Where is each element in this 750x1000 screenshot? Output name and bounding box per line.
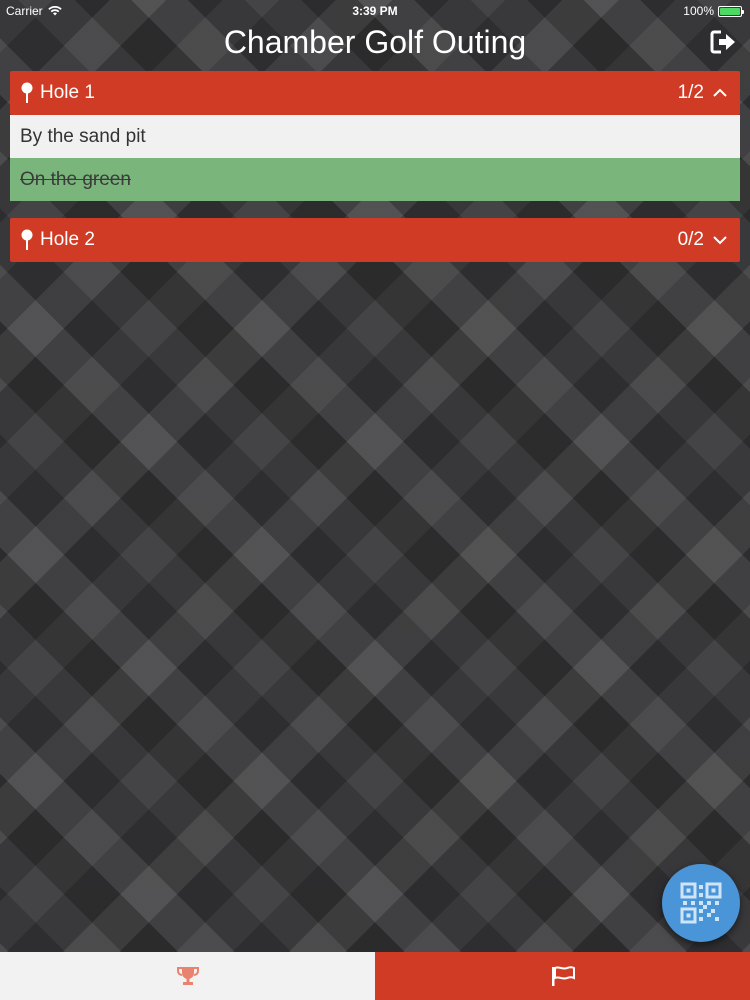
hole-panel-1: Hole 1 1/2 By the sand pit On the green xyxy=(10,71,740,201)
clue-text: On the green xyxy=(20,168,131,190)
chevron-down-icon xyxy=(713,236,727,245)
tab-bar xyxy=(0,952,750,1000)
hole-panel-2: Hole 2 0/2 xyxy=(10,218,740,262)
hole-progress: 0/2 xyxy=(677,229,704,250)
clue-text: By the sand pit xyxy=(20,125,146,147)
scan-qr-button[interactable] xyxy=(662,864,740,942)
tab-holes[interactable] xyxy=(375,952,750,1000)
battery-percent: 100% xyxy=(683,4,714,18)
sign-out-icon[interactable] xyxy=(710,28,738,56)
chevron-up-icon xyxy=(713,88,727,97)
hole-header-2[interactable]: Hole 2 0/2 xyxy=(10,218,740,262)
clue-item-completed[interactable]: On the green xyxy=(10,158,740,201)
clock: 3:39 PM xyxy=(352,4,398,18)
map-pin-icon xyxy=(21,82,33,103)
tab-leaderboard[interactable] xyxy=(0,952,375,1000)
hole-label: Hole 1 xyxy=(40,82,95,103)
hole-progress: 1/2 xyxy=(677,82,704,103)
trophy-icon xyxy=(176,967,199,985)
hole-label: Hole 2 xyxy=(40,229,95,250)
hole-header-1[interactable]: Hole 1 1/2 xyxy=(10,71,740,115)
map-pin-icon xyxy=(21,229,33,250)
app-header: Chamber Golf Outing xyxy=(0,22,750,66)
status-bar: Carrier 3:39 PM 100% xyxy=(0,0,750,22)
qr-code-icon xyxy=(680,882,722,924)
page-title: Chamber Golf Outing xyxy=(223,24,527,60)
clue-item[interactable]: By the sand pit xyxy=(10,115,740,158)
flag-icon xyxy=(551,966,575,986)
battery-group: 100% xyxy=(683,4,744,18)
battery-icon xyxy=(718,5,744,17)
